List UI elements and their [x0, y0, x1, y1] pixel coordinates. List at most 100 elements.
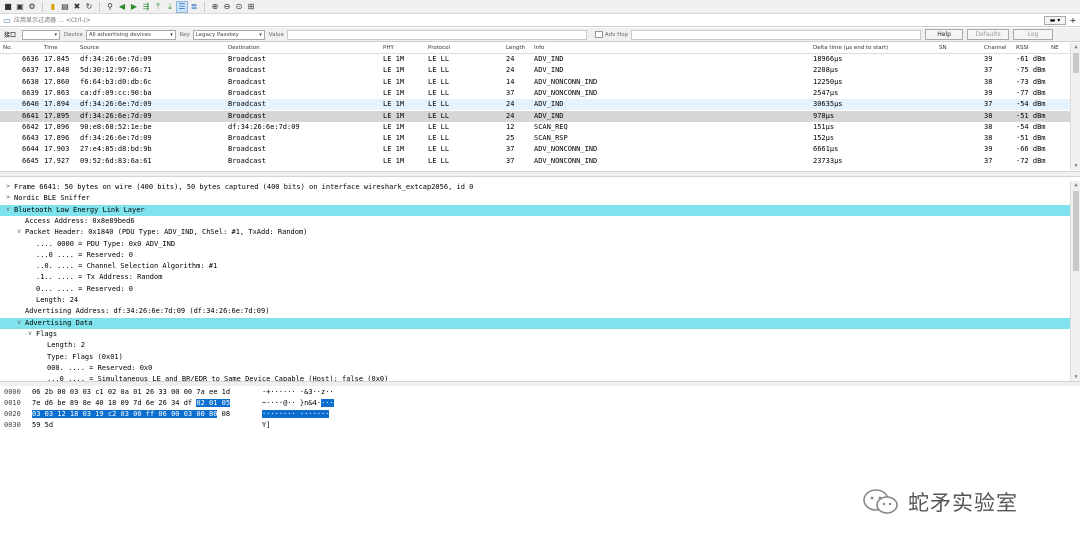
byte-hex[interactable]: 59 5d	[32, 421, 53, 429]
detail-tree-item[interactable]: v Flags	[0, 329, 1070, 340]
filter-apply-button[interactable]: ▬ ▾	[1044, 16, 1066, 25]
packet-row[interactable]: 6637 17.848 5d:30:12:97:66:71 Broadcast LE 1…	[0, 65, 1070, 76]
detail-tree-item[interactable]: Access Address: 0x8e89bed6	[0, 216, 1070, 227]
display-filter-input[interactable]	[12, 15, 1044, 26]
packet-list-scroll-thumb[interactable]	[1073, 53, 1079, 73]
expanded-chevron-icon[interactable]: v	[26, 330, 34, 337]
column-header-time[interactable]: Time	[44, 45, 57, 51]
packet-row[interactable]: 6641 17.895 df:34:26:6e:7d:09 Broadcast LE 1…	[0, 110, 1070, 122]
details-scroll-thumb[interactable]	[1073, 191, 1079, 271]
scroll-up-icon[interactable]: ▲	[1071, 181, 1080, 189]
packet-row[interactable]: 6644 17.903 27:e4:85:d8:bd:9b Broadcast LE 1…	[0, 144, 1070, 155]
column-header-sn[interactable]: SN	[939, 45, 947, 51]
column-header-channel[interactable]: Channel	[984, 45, 1007, 51]
byte-ascii[interactable]: ~····@·· }n&4····	[262, 399, 334, 407]
colorize-icon[interactable]: ≣	[189, 2, 199, 12]
detail-tree-item[interactable]: 0... .... = Reserved: 0	[0, 284, 1070, 295]
key-select[interactable]: Legacy Passkey ▾	[192, 29, 265, 40]
detail-tree-item[interactable]: ...0 .... = Reserved: 0	[0, 250, 1070, 261]
packet-row[interactable]: 6645 17.927 09:52:6d:83:6a:61 Broadcast LE 1…	[0, 156, 1070, 167]
column-header-phy[interactable]: PHY	[383, 45, 394, 51]
column-header-no[interactable]: No.	[3, 45, 12, 51]
interface-select[interactable]: ▾	[22, 29, 60, 40]
column-header-info[interactable]: Info	[534, 45, 544, 51]
column-header-delta[interactable]: Delta time (µs end to start)	[813, 45, 888, 51]
options-icon[interactable]: ⚙	[27, 2, 37, 12]
column-header-destination[interactable]: Destination	[228, 45, 260, 51]
expanded-chevron-icon[interactable]: v	[4, 206, 12, 213]
collapsed-chevron-icon[interactable]: >	[4, 194, 12, 201]
zoom-in-icon[interactable]: ⊕	[210, 2, 220, 12]
pane-splitter[interactable]	[0, 171, 1080, 177]
detail-tree-item[interactable]: Length: 2	[0, 340, 1070, 351]
reload-icon[interactable]: ↻	[84, 2, 94, 12]
stop-icon[interactable]: ■	[3, 2, 13, 12]
collapsed-chevron-icon[interactable]: >	[4, 183, 12, 190]
column-header-rssi[interactable]: RSSI	[1016, 45, 1028, 51]
add-filter-button[interactable]: +	[1068, 16, 1078, 26]
byte-ascii[interactable]: Y]	[262, 421, 270, 429]
detail-tree-item[interactable]: ...0 .... = Simultaneous LE and BR/EDR t…	[0, 374, 1070, 381]
byte-ascii[interactable]: ········ ·······	[262, 410, 330, 418]
packet-row[interactable]: 6640 17.894 df:34:26:6e:7d:09 Broadcast LE 1…	[0, 99, 1070, 111]
packet-list-scrollbar[interactable]: ▲ ▼	[1070, 43, 1080, 170]
detail-tree-label: .1.. .... = Tx Address: Random	[36, 273, 163, 282]
adv-hop-input[interactable]	[631, 29, 922, 40]
packet-row[interactable]: 6642 17.896 90:e8:68:52:1e:be df:34:26:6e:7…	[0, 122, 1070, 133]
detail-tree-item[interactable]: Type: Flags (0x01)	[0, 352, 1070, 363]
help-button[interactable]: Help	[925, 29, 964, 40]
open-icon[interactable]: ▮	[48, 2, 58, 12]
packet-row[interactable]: 6636 17.845 df:34:26:6e:7d:09 Broadcast LE 1…	[0, 54, 1070, 65]
expanded-chevron-icon[interactable]: v	[15, 319, 23, 326]
packet-row[interactable]: 6643 17.896 df:34:26:6e:7d:09 Broadcast LE 1…	[0, 133, 1070, 144]
column-header-protocol[interactable]: Protocol	[428, 45, 450, 51]
save-icon[interactable]: ▤	[60, 2, 70, 12]
find-icon[interactable]: ⚲	[105, 2, 115, 12]
detail-tree-item[interactable]: Length: 24	[0, 295, 1070, 306]
go-last-icon[interactable]: ⤓	[165, 2, 175, 12]
chevron-down-icon: ▾	[259, 31, 262, 38]
detail-tree-item[interactable]: v Bluetooth Low Energy Link Layer	[0, 204, 1070, 216]
packet-row[interactable]: 6639 17.863 ca:df:09:cc:90:ba Broadcast LE 1…	[0, 88, 1070, 99]
byte-hex[interactable]: 7e d6 be 89 8e 40 18 09 7d 6e 26 34 df 0…	[32, 399, 231, 407]
go-back-icon[interactable]: ◀	[117, 2, 127, 12]
resize-columns-icon[interactable]: ⊞	[246, 2, 256, 12]
detail-tree-item[interactable]: v Advertising Data	[0, 317, 1070, 329]
byte-hex[interactable]: 06 2b 00 03 03 c1 02 0a 01 26 33 00 00 7…	[32, 388, 230, 396]
column-header-length[interactable]: Length	[506, 45, 525, 51]
packet-row[interactable]: 6638 17.860 f6:64:b3:d0:db:6c Broadcast LE 1…	[0, 77, 1070, 88]
detail-tree-item[interactable]: > Nordic BLE Sniffer	[0, 193, 1070, 204]
detail-tree-item[interactable]: ..0. .... = Channel Selection Algorithm:…	[0, 261, 1070, 272]
restart-icon[interactable]: ▣	[15, 2, 25, 12]
details-scrollbar[interactable]: ▲ ▼	[1070, 181, 1080, 381]
log-button[interactable]: Log	[1013, 29, 1054, 40]
scroll-down-icon[interactable]: ▼	[1071, 162, 1080, 170]
go-to-packet-icon[interactable]: ⇶	[141, 2, 151, 12]
bookmark-icon[interactable]: ▭	[2, 16, 12, 26]
scroll-up-icon[interactable]: ▲	[1071, 43, 1080, 51]
adv-hop-checkbox-icon[interactable]	[594, 31, 603, 38]
go-first-icon[interactable]: ⤒	[153, 2, 163, 12]
go-forward-icon[interactable]: ▶	[129, 2, 139, 12]
zoom-out-icon[interactable]: ⊖	[222, 2, 232, 12]
column-header-ne[interactable]: NE	[1051, 45, 1059, 51]
detail-tree-item[interactable]: .... 0000 = PDU Type: 0x0 ADV_IND	[0, 239, 1070, 250]
detail-tree-item[interactable]: .1.. .... = Tx Address: Random	[0, 272, 1070, 283]
value-input[interactable]	[286, 29, 587, 40]
scroll-down-icon[interactable]: ▼	[1071, 373, 1080, 381]
detail-tree-item[interactable]: v Packet Header: 0x1840 (PDU Type: ADV_IN…	[0, 227, 1070, 238]
detail-tree-item[interactable]: 000. .... = Reserved: 0x0	[0, 363, 1070, 374]
byte-hex[interactable]: 03 03 12 18 03 19 c2 03 06 ff 06 00 03 0…	[32, 410, 230, 418]
close-file-icon[interactable]: ✖	[72, 2, 82, 12]
device-select[interactable]: All advertising devices ▾	[85, 29, 176, 40]
detail-tree-item[interactable]: Advertising Address: df:34:26:6e:7d:09 (…	[0, 306, 1070, 317]
packet-cell-ch: 39	[984, 145, 993, 154]
defaults-button[interactable]: Defaults	[967, 29, 1010, 40]
byte-ascii[interactable]: ·+······ ·&3··z··	[262, 388, 334, 396]
packet-cell-info: SCAN_REQ	[534, 122, 568, 131]
detail-tree-item[interactable]: > Frame 6641: 50 bytes on wire (400 bits)…	[0, 182, 1070, 193]
column-header-source[interactable]: Source	[80, 45, 99, 51]
expanded-chevron-icon[interactable]: v	[15, 228, 23, 235]
zoom-normal-icon[interactable]: ⊙	[234, 2, 244, 12]
auto-scroll-icon[interactable]: ☰	[176, 0, 188, 13]
